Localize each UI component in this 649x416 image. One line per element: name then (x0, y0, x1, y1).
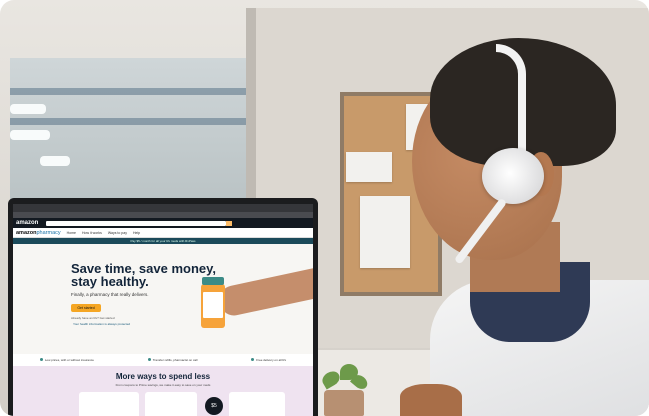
monitor-screen: amazon amazonpharmacy Home How it works … (13, 204, 313, 416)
background-window (10, 58, 248, 208)
feature-text: Low prices, with or without insurance (44, 358, 94, 362)
headline-line2: stay healthy. (71, 274, 149, 289)
hero-section: Save time, save money, stay healthy. Fina… (13, 244, 313, 354)
pharmacy-subnav: amazonpharmacy Home How it works Ways to… (13, 228, 313, 238)
browser-bar (13, 204, 313, 212)
hero-subtext: Finally, a pharmacy that really delivers… (71, 292, 149, 297)
feature-text: Transfer refills, pharmacist on call (152, 358, 198, 362)
privacy-link[interactable]: Your health information is always protec… (73, 322, 130, 326)
hero-fine-print: Already have an Rx? Get started (71, 316, 115, 320)
check-icon (39, 358, 43, 361)
nav-link-how-it-works[interactable]: How it works (82, 231, 102, 235)
amazon-nav: amazon (13, 218, 313, 228)
feature-item: Transfer refills, pharmacist on call (147, 358, 198, 362)
ceiling-light (10, 104, 46, 114)
amazon-logo[interactable]: amazon (16, 220, 38, 226)
savings-card[interactable] (229, 392, 285, 416)
get-started-button[interactable]: Get started (71, 304, 101, 312)
feature-text: Free delivery on all Rx (256, 358, 287, 362)
hero-headline: Save time, save money, stay healthy. (71, 262, 216, 288)
brand-prefix: amazon (16, 229, 37, 236)
savings-card[interactable] (145, 392, 197, 416)
hand-holding-bottle (216, 267, 313, 319)
ceiling-beam (10, 88, 248, 95)
nav-link-ways-to-pay[interactable]: Ways to pay (108, 231, 127, 235)
ceiling-beam (10, 118, 248, 125)
pill-bottle (201, 277, 225, 328)
savings-card[interactable] (79, 392, 139, 416)
ways-to-save-section: More ways to spend less From coupons to … (13, 366, 313, 416)
brand-suffix: pharmacy (36, 229, 61, 236)
ways-title: More ways to spend less (115, 372, 211, 381)
pinned-paper (346, 152, 392, 182)
headset-earcup (482, 148, 544, 204)
pinned-paper (360, 196, 410, 268)
search-icon[interactable] (226, 220, 233, 226)
check-icon (251, 358, 255, 361)
feature-item: Free delivery on all Rx (251, 358, 286, 362)
photo: amazon amazonpharmacy Home How it works … (0, 0, 649, 416)
search-input[interactable] (46, 220, 227, 226)
ceiling-light (10, 130, 50, 140)
rxpass-badge: $5 (205, 397, 223, 415)
plant-pot (324, 390, 364, 416)
pharmacy-brand[interactable]: amazonpharmacy (16, 230, 61, 236)
features-row: Low prices, with or without insurance Tr… (13, 354, 313, 366)
bottle-label (203, 292, 223, 318)
ceiling-light (40, 156, 70, 166)
check-icon (147, 358, 151, 361)
nav-link-help[interactable]: Help (133, 231, 140, 235)
hand (400, 384, 462, 416)
feature-item: Low prices, with or without insurance (39, 358, 94, 362)
ways-description: From coupons to Prime savings, we make i… (115, 383, 211, 387)
bottle-cap (202, 277, 224, 285)
nav-link-home[interactable]: Home (67, 231, 76, 235)
